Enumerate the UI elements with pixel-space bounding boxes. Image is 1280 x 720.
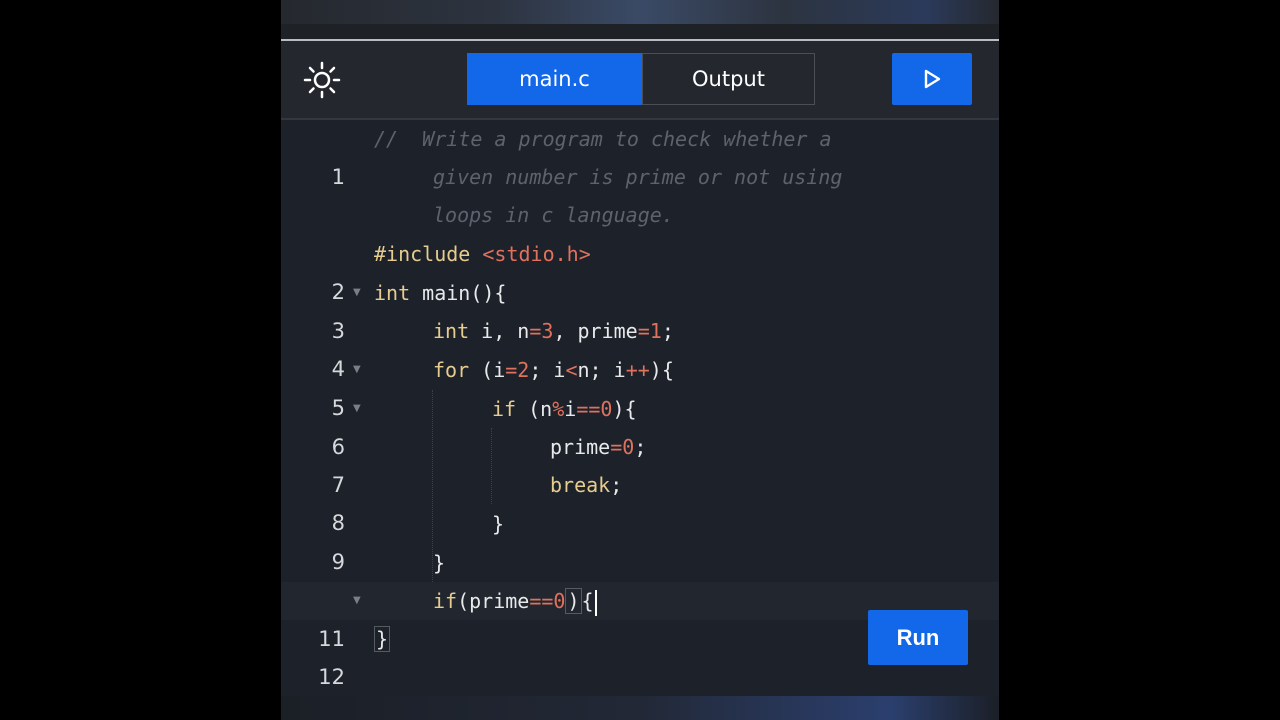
line-code: int i, n=3, prime=1; — [433, 312, 674, 350]
code-token: (n — [516, 397, 553, 421]
code-line-1: 1 // Write a program to check whether a — [281, 120, 999, 189]
code-editor[interactable]: 1 // Write a program to check whether a … — [281, 120, 999, 700]
run-button[interactable]: Run — [868, 610, 968, 665]
include-token: <stdio.h> — [482, 242, 591, 266]
code-token: ){ — [612, 397, 637, 421]
play-icon — [924, 69, 941, 89]
code-line-1-wrap: loops in c language. — [281, 196, 999, 234]
number-token: =3 — [529, 319, 554, 343]
comment-token: loops in c language. — [433, 203, 674, 227]
code-token: i, n — [469, 319, 530, 343]
editor-window: main.c Output 1 // Write a program to ch… — [281, 0, 999, 720]
code-token: ; — [661, 319, 674, 343]
fold-arrow-icon[interactable]: ▼ — [353, 351, 361, 389]
code-token: ; — [610, 473, 623, 497]
code-token: (prime — [457, 589, 530, 613]
editor-header: main.c Output — [281, 41, 999, 120]
code-token: n; i — [577, 358, 626, 382]
tab-output[interactable]: Output — [642, 53, 815, 105]
operator-token: < — [565, 358, 578, 382]
code-token: ; — [634, 435, 647, 459]
code-line-3: 3 ▼ int main(){ — [281, 274, 999, 343]
keyword-token: int — [374, 281, 411, 305]
code-token: (i — [469, 358, 506, 382]
matched-brace: } — [374, 626, 391, 652]
line-code: } — [492, 512, 505, 536]
keyword-token: if — [433, 589, 458, 613]
line-code: } — [433, 551, 446, 575]
top-strip — [281, 0, 999, 24]
line-code: for (i=2; i<n; i++){ — [433, 351, 674, 389]
comment-token: given number is prime or not using — [433, 165, 843, 189]
line-code: if(prime==0){ — [433, 582, 597, 620]
line-code: int main(){ — [374, 274, 506, 312]
line-code: break; — [550, 466, 622, 504]
code-token: prime — [550, 435, 611, 459]
line-code: loops in c language. — [433, 196, 674, 234]
matched-paren: ) — [565, 588, 582, 614]
number-token: =0 — [610, 435, 635, 459]
keyword-token: break — [550, 473, 611, 497]
preprocessor-token: #include — [374, 242, 483, 266]
code-token: ; i — [529, 358, 566, 382]
line-code: } — [374, 620, 391, 658]
comment-token: // Write a program to check whether a — [374, 127, 832, 151]
code-token: { — [581, 589, 594, 613]
line-code: // Write a program to check whether a — [374, 120, 832, 158]
sun-icon[interactable] — [303, 61, 341, 99]
code-line-1-wrap: given number is prime or not using — [281, 158, 999, 196]
code-line-7: 7 prime=0; — [281, 428, 999, 497]
line-code: given number is prime or not using — [433, 158, 842, 196]
code-line-2: 2 #include <stdio.h> — [281, 235, 999, 304]
file-tabs: main.c Output — [467, 53, 815, 105]
run-play-button[interactable] — [892, 53, 972, 105]
fold-arrow-icon[interactable]: ▼ — [353, 582, 361, 620]
code-token: main(){ — [410, 281, 507, 305]
code-token: ){ — [649, 358, 674, 382]
bottom-strip — [281, 696, 999, 720]
fold-arrow-icon[interactable]: ▼ — [353, 390, 361, 428]
keyword-token: int — [433, 319, 470, 343]
number-token: ==0 — [529, 589, 566, 613]
line-code: #include <stdio.h> — [374, 235, 591, 273]
line-code: if (n%i==0){ — [492, 390, 637, 428]
code-token: i — [564, 397, 577, 421]
number-token: =2 — [505, 358, 530, 382]
code-line-9: 9 } — [281, 505, 999, 574]
operator-token: % — [552, 397, 565, 421]
line-code: prime=0; — [550, 428, 646, 466]
number-token: ==0 — [576, 397, 613, 421]
tab-main-c[interactable]: main.c — [467, 53, 642, 105]
code-line-8: 8 break; — [281, 466, 999, 535]
code-line-4: 4 int i, n=3, prime=1; — [281, 312, 999, 381]
top-gap — [281, 24, 999, 39]
code-line-10: 10 } — [281, 544, 999, 613]
code-line-5: 5 ▼ for (i=2; i<n; i++){ — [281, 351, 999, 420]
number-token: =1 — [637, 319, 662, 343]
text-cursor — [594, 589, 597, 616]
code-token: , prime — [553, 319, 638, 343]
keyword-token: if — [492, 397, 517, 421]
line-number: 12 — [318, 665, 345, 689]
code-line-6: 6 ▼ if (n%i==0){ — [281, 390, 999, 459]
keyword-token: for — [433, 358, 470, 382]
fold-arrow-icon[interactable]: ▼ — [353, 274, 361, 312]
operator-token: ++ — [625, 358, 650, 382]
